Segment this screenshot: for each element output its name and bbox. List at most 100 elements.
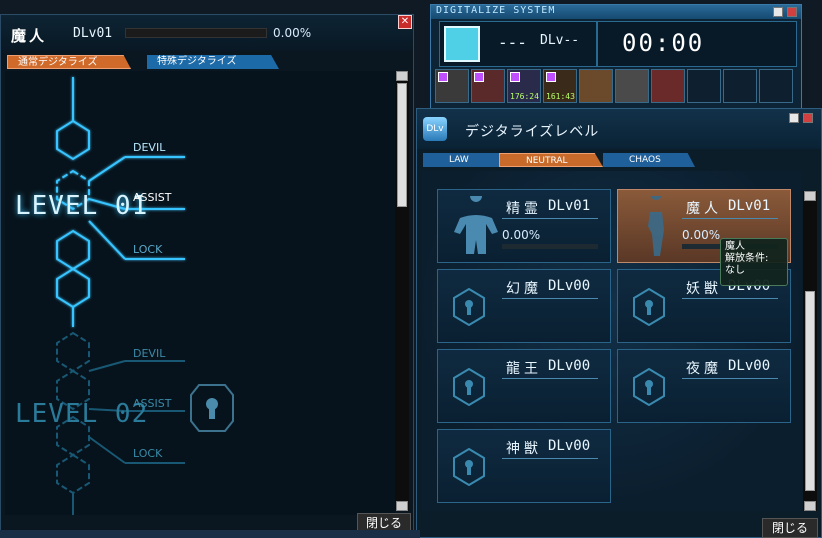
right-close-button[interactable]: 閉じる — [762, 518, 818, 538]
demon-icon-6[interactable] — [615, 69, 649, 103]
digitalize-level-title: デジタライズレベル — [465, 124, 600, 140]
active-demon-level: DLv-- — [540, 33, 580, 48]
minimize-icon[interactable] — [773, 7, 783, 17]
demon-icon-4[interactable]: 161:43 — [543, 69, 577, 103]
class-name: 幻魔 — [506, 281, 542, 297]
close-icon[interactable] — [803, 113, 813, 123]
lock-icon — [453, 448, 485, 486]
class-card-genma[interactable]: 幻魔 DLv00 — [437, 269, 611, 343]
class-level: DLv01 — [728, 198, 771, 214]
dlv-logo-icon: DLv — [423, 117, 447, 141]
lock-icon — [633, 368, 665, 406]
class-name: 妖獣 — [686, 281, 722, 297]
tab-normal-digitalize[interactable]: 通常デジタライズ — [7, 55, 131, 69]
class-card-seirei[interactable]: 精霊 DLv01 0.00% — [437, 189, 611, 263]
branch-assist-1[interactable]: ASSIST — [133, 191, 171, 204]
empty-slot[interactable] — [759, 69, 793, 103]
tooltip-title: 魔人 — [725, 241, 745, 252]
lock-icon — [453, 288, 485, 326]
class-card-ryuuou[interactable]: 龍王 DLv00 — [437, 349, 611, 423]
right-scrollbar[interactable] — [803, 191, 817, 511]
person-silhouette-icon — [454, 196, 498, 254]
unlock-condition-tooltip: 魔人 解放条件: なし — [720, 238, 788, 286]
scroll-down-icon[interactable] — [396, 501, 408, 511]
class-name: 魔人 — [686, 201, 722, 217]
digitalize-tree-window: 魔人 DLv01 0.00% ✕ 通常デジタライズ 特殊デジタライズ LEVEL… — [0, 14, 414, 538]
class-name: 夜魔 — [686, 361, 722, 377]
class-name: 神獣 — [506, 441, 542, 457]
skill-tree-panel: LEVEL 01 DEVIL ASSIST LOCK LEVEL 02 DEVI… — [5, 71, 395, 515]
underline — [682, 298, 778, 299]
branch-devil-1[interactable]: DEVIL — [133, 141, 165, 154]
demon-icon-3[interactable]: 176:24 — [507, 69, 541, 103]
digitalize-timer: 00:00 — [622, 29, 705, 57]
class-card-yama[interactable]: 夜魔 DLv00 — [617, 349, 791, 423]
minimize-icon[interactable] — [789, 113, 799, 123]
underline — [502, 298, 598, 299]
experience-percent: 0.00% — [273, 26, 312, 40]
class-level: DLv00 — [548, 358, 591, 374]
class-card-shinjuu[interactable]: 神獣 DLv00 — [437, 429, 611, 503]
underline — [502, 378, 598, 379]
underline — [502, 218, 598, 219]
class-level: DLv00 — [548, 278, 591, 294]
person-silhouette-icon — [648, 196, 664, 256]
scroll-up-icon[interactable] — [396, 71, 408, 81]
branch-lock-1[interactable]: LOCK — [133, 243, 162, 256]
scroll-thumb[interactable] — [397, 83, 407, 207]
class-level: DLv00 — [728, 358, 771, 374]
close-icon[interactable] — [787, 7, 797, 17]
class-level: DLv00 — [548, 438, 591, 454]
demon-class-level: DLv01 — [73, 26, 113, 41]
underline — [682, 218, 778, 219]
class-name: 精霊 — [506, 201, 542, 217]
tooltip-value: なし — [725, 265, 745, 276]
skill-tree-graphic — [56, 77, 234, 515]
demon-class-grid: 精霊 DLv01 0.00% 魔人 DLv01 0.00% 幻魔 DLv00 妖… — [421, 171, 801, 511]
experience-progress-bar — [125, 28, 267, 38]
left-scrollbar[interactable] — [395, 71, 409, 511]
left-window-close-icon[interactable]: ✕ — [398, 15, 412, 29]
level-02-label: LEVEL 02 — [15, 399, 149, 429]
underline — [502, 458, 598, 459]
tab-law[interactable]: LAW — [423, 153, 507, 167]
active-demon-slot[interactable] — [444, 26, 480, 62]
tab-chaos[interactable]: CHAOS — [603, 153, 695, 167]
demon-icon-1[interactable] — [435, 69, 469, 103]
digitalize-system-title: DIGITALIZE SYSTEM — [436, 5, 556, 16]
branch-lock-2[interactable]: LOCK — [133, 447, 162, 460]
digitalize-system-window: DIGITALIZE SYSTEM --- DLv-- 00:00 176:24… — [430, 4, 802, 110]
digitalize-level-window: DLv デジタライズレベル LAW NEUTRAL CHAOS 精霊 DLv01… — [416, 108, 822, 538]
demon-icon-2[interactable] — [471, 69, 505, 103]
digitalize-system-header: DIGITALIZE SYSTEM — [431, 5, 801, 19]
lock-icon — [633, 288, 665, 326]
active-demon-name: --- — [498, 33, 527, 52]
tab-special-digitalize[interactable]: 特殊デジタライズ — [147, 55, 279, 69]
underline — [682, 378, 778, 379]
scroll-down-icon[interactable] — [804, 501, 816, 511]
tooltip-label: 解放条件: — [725, 253, 769, 264]
lock-icon — [206, 398, 218, 419]
tab-neutral[interactable]: NEUTRAL — [499, 153, 603, 167]
class-percent: 0.00% — [682, 228, 721, 242]
digitalize-level-header: DLv デジタライズレベル — [417, 109, 821, 149]
demon-icon-5[interactable] — [579, 69, 613, 103]
class-progress-bar — [502, 244, 598, 249]
scroll-up-icon[interactable] — [804, 191, 816, 201]
divider — [596, 22, 598, 66]
lock-icon — [453, 368, 485, 406]
class-level: DLv01 — [548, 198, 591, 214]
class-name: 龍王 — [506, 361, 542, 377]
empty-slot[interactable] — [723, 69, 757, 103]
branch-devil-2[interactable]: DEVIL — [133, 347, 165, 360]
left-window-header: 魔人 DLv01 0.00% ✕ — [1, 15, 413, 51]
taskbar-strip — [0, 530, 420, 538]
branch-assist-2[interactable]: ASSIST — [133, 397, 171, 410]
empty-slot[interactable] — [687, 69, 721, 103]
demon-class-name: 魔人 — [11, 27, 48, 45]
scroll-thumb[interactable] — [805, 291, 815, 491]
class-percent: 0.00% — [502, 228, 541, 242]
level-01-label: LEVEL 01 — [15, 191, 149, 221]
digitalize-status-panel: --- DLv-- 00:00 — [439, 21, 797, 67]
demon-icon-7[interactable] — [651, 69, 685, 103]
